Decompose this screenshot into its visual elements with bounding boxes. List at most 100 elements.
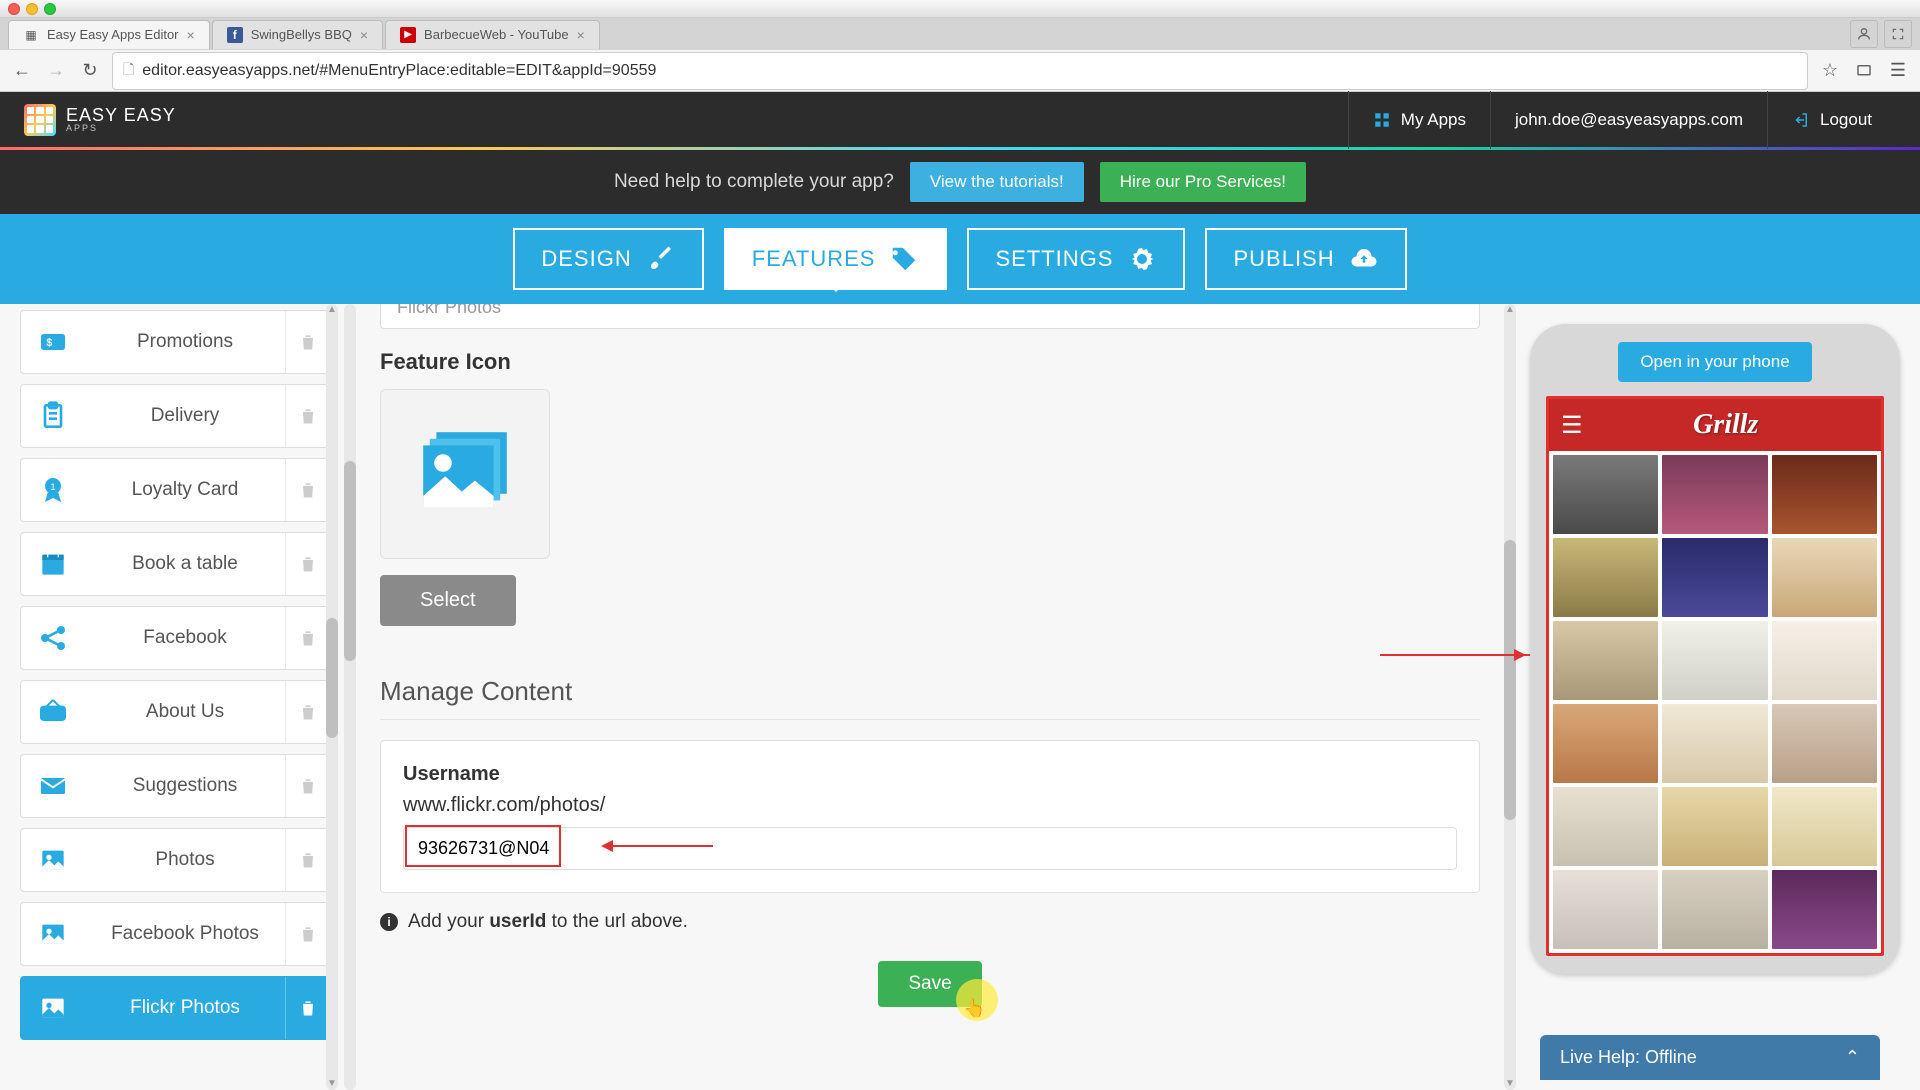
browser-tab[interactable]: f SwingBellys BBQ × — [212, 20, 383, 49]
sidebar-item-suggestions[interactable]: Suggestions — [20, 754, 330, 818]
feature-title-input[interactable]: Flickr Photos — [380, 304, 1480, 329]
scroll-thumb[interactable] — [326, 618, 338, 738]
delete-icon[interactable] — [285, 681, 329, 743]
browser-fullscreen-button[interactable] — [1884, 20, 1912, 48]
logout-link[interactable]: Logout — [1767, 91, 1896, 149]
browser-tab-bar: ▦ Easy Easy Apps Editor × f SwingBellys … — [0, 18, 1920, 50]
select-icon-button[interactable]: Select — [380, 575, 516, 626]
save-button[interactable]: Save 👆 — [878, 961, 981, 1007]
bookmark-star-icon[interactable]: ☆ — [1818, 59, 1842, 83]
brush-icon — [646, 244, 676, 274]
url-prefix-text: www.flickr.com/photos/ — [403, 794, 1457, 817]
sidebar-label: Flickr Photos — [85, 997, 285, 1019]
browser-device-icon[interactable] — [1852, 59, 1876, 83]
sidebar-item-loyalty[interactable]: 1 Loyalty Card — [20, 458, 330, 522]
open-in-phone-button[interactable]: Open in your phone — [1618, 342, 1811, 382]
delete-icon[interactable] — [285, 607, 329, 669]
scroll-up-icon[interactable]: ▲ — [326, 304, 338, 316]
photo-thumbnail[interactable] — [1662, 621, 1767, 700]
phone-app-header: ☰ Grillz — [1549, 399, 1881, 451]
photo-thumbnail[interactable] — [1553, 704, 1658, 783]
delete-icon[interactable] — [285, 311, 329, 373]
feature-title-value: Flickr Photos — [397, 304, 501, 317]
main-scrollbar-left[interactable] — [344, 304, 356, 1090]
gear-icon — [1127, 244, 1157, 274]
delete-icon[interactable] — [285, 459, 329, 521]
tab-close-icon[interactable]: × — [577, 27, 585, 43]
browser-menu-icon[interactable]: ☰ — [1886, 59, 1910, 83]
user-email-link[interactable]: john.doe@easyeasyapps.com — [1490, 91, 1767, 149]
sidebar-item-facebook-photos[interactable]: Facebook Photos — [20, 902, 330, 966]
sidebar-item-about-us[interactable]: OPEN About Us — [20, 680, 330, 744]
window-close-button[interactable] — [8, 3, 20, 15]
scroll-thumb[interactable] — [344, 461, 356, 661]
photo-icon — [21, 918, 85, 950]
scroll-up-icon[interactable]: ▲ — [1504, 304, 1516, 316]
page-info-icon[interactable]: 🗋 — [123, 59, 134, 83]
sidebar-item-facebook[interactable]: Facebook — [20, 606, 330, 670]
photo-thumbnail[interactable] — [1772, 621, 1877, 700]
app-logo[interactable]: EASY EASY APPS — [24, 104, 176, 136]
photo-thumbnail[interactable] — [1772, 870, 1877, 949]
browser-tab-active[interactable]: ▦ Easy Easy Apps Editor × — [8, 20, 210, 49]
share-icon — [21, 622, 85, 654]
content-area: $ Promotions Delivery 1 Loyalty Card Boo… — [0, 304, 1920, 1090]
photo-thumbnail[interactable] — [1553, 870, 1658, 949]
sidebar-item-flickr-photos[interactable]: Flickr Photos — [20, 976, 330, 1040]
hamburger-menu-icon[interactable]: ☰ — [1561, 411, 1583, 440]
delete-icon[interactable] — [285, 385, 329, 447]
browser-back-button[interactable]: ← — [10, 59, 34, 83]
badge-icon: 1 — [21, 474, 85, 506]
photo-thumbnail[interactable] — [1662, 870, 1767, 949]
window-minimize-button[interactable] — [26, 3, 38, 15]
photo-thumbnail[interactable] — [1662, 455, 1767, 534]
browser-profile-button[interactable] — [1850, 20, 1878, 48]
features-sidebar: $ Promotions Delivery 1 Loyalty Card Boo… — [0, 304, 340, 1090]
browser-reload-button[interactable]: ↻ — [78, 59, 102, 83]
photo-thumbnail[interactable] — [1662, 787, 1767, 866]
browser-address-bar: ← → ↻ 🗋 editor.easyeasyapps.net/#MenuEnt… — [0, 50, 1920, 92]
nav-tab-settings[interactable]: SETTINGS — [967, 228, 1185, 290]
username-input[interactable] — [403, 827, 1457, 870]
tab-close-icon[interactable]: × — [187, 27, 195, 43]
window-maximize-button[interactable] — [44, 3, 56, 15]
photo-thumbnail[interactable] — [1662, 538, 1767, 617]
my-apps-link[interactable]: My Apps — [1348, 91, 1490, 149]
delete-icon[interactable] — [285, 533, 329, 595]
tab-close-icon[interactable]: × — [360, 27, 368, 43]
photo-thumbnail[interactable] — [1553, 621, 1658, 700]
sidebar-scrollbar[interactable]: ▲ ▼ — [326, 304, 338, 1090]
photo-thumbnail[interactable] — [1553, 787, 1658, 866]
hire-pro-services-button[interactable]: Hire our Pro Services! — [1100, 162, 1306, 202]
delete-icon[interactable] — [285, 829, 329, 891]
main-scrollbar-right[interactable]: ▲ ▼ — [1504, 304, 1516, 1090]
sidebar-item-book-table[interactable]: Book a table — [20, 532, 330, 596]
photo-thumbnail[interactable] — [1662, 704, 1767, 783]
scroll-thumb[interactable] — [1504, 540, 1516, 820]
view-tutorials-button[interactable]: View the tutorials! — [910, 162, 1084, 202]
logo-text-line1: EASY EASY — [66, 105, 176, 125]
sidebar-item-promotions[interactable]: $ Promotions — [20, 310, 330, 374]
sidebar-item-delivery[interactable]: Delivery — [20, 384, 330, 448]
nav-tab-publish[interactable]: PUBLISH — [1205, 228, 1406, 290]
cursor-hand-icon: 👆 — [963, 998, 985, 1019]
delete-icon[interactable] — [285, 903, 329, 965]
photo-thumbnail[interactable] — [1772, 538, 1877, 617]
svg-text:1: 1 — [50, 482, 55, 492]
live-help-widget[interactable]: Live Help: Offline ⌃ — [1540, 1035, 1880, 1080]
delete-icon[interactable] — [285, 977, 329, 1039]
photo-thumbnail[interactable] — [1553, 538, 1658, 617]
photo-thumbnail[interactable] — [1772, 704, 1877, 783]
sidebar-item-photos[interactable]: Photos — [20, 828, 330, 892]
photo-thumbnail[interactable] — [1553, 455, 1658, 534]
nav-tab-design[interactable]: DESIGN — [513, 228, 703, 290]
browser-url-input[interactable]: 🗋 editor.easyeasyapps.net/#MenuEntryPlac… — [112, 52, 1808, 90]
browser-forward-button[interactable]: → — [44, 59, 68, 83]
delete-icon[interactable] — [285, 755, 329, 817]
nav-tab-features[interactable]: FEATURES — [724, 228, 948, 290]
photo-icon — [21, 844, 85, 876]
browser-tab[interactable]: ▶ BarbecueWeb - YouTube × — [385, 20, 600, 49]
photo-thumbnail[interactable] — [1772, 787, 1877, 866]
mail-icon — [21, 770, 85, 802]
photo-thumbnail[interactable] — [1772, 455, 1877, 534]
